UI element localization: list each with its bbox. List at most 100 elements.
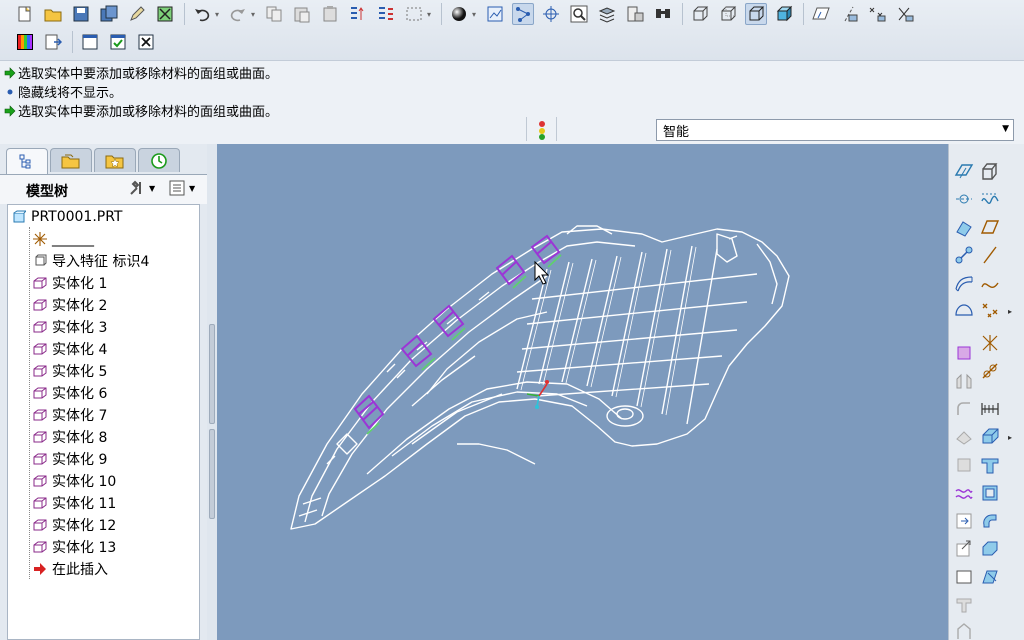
window-activate-icon[interactable] — [107, 31, 129, 53]
hatch-fill-icon[interactable] — [953, 342, 975, 364]
tree-root-item[interactable]: PRT0001.PRT — [11, 206, 123, 228]
chevron-right-icon[interactable]: ▸ — [1008, 433, 1012, 442]
tree-item[interactable]: 实体化 10 — [32, 470, 116, 492]
plane-surface-icon[interactable] — [979, 216, 1001, 238]
datum-point-icon[interactable] — [953, 216, 975, 238]
tree-item[interactable]: 实体化 6 — [32, 382, 107, 404]
regenerate-icon[interactable] — [154, 3, 176, 25]
chevron-right-icon[interactable]: ▸ — [1008, 307, 1012, 316]
mirror-feature-icon[interactable] — [953, 370, 975, 392]
bottom-tool-icon[interactable] — [953, 620, 975, 640]
close-window-icon[interactable] — [135, 31, 157, 53]
tree-item[interactable]: 实体化 13 — [32, 536, 116, 558]
curve-icon[interactable] — [979, 272, 1001, 294]
paste-special-icon[interactable] — [319, 3, 341, 25]
move-icon[interactable] — [953, 538, 975, 560]
zoom-icon[interactable] — [568, 3, 590, 25]
datum-line-icon[interactable] — [979, 244, 1001, 266]
tree-item[interactable]: 导入特征 标识4 — [32, 250, 149, 272]
relations-icon[interactable] — [375, 3, 397, 25]
draft-icon[interactable] — [953, 454, 975, 476]
point-display-icon[interactable] — [540, 3, 562, 25]
favorites-tab[interactable] — [94, 148, 136, 172]
axis-tag-icon[interactable] — [838, 3, 860, 25]
hidden-line-icon[interactable] — [717, 3, 739, 25]
dimension-icon[interactable] — [979, 398, 1001, 420]
tree-item[interactable]: 实体化 1 — [32, 272, 107, 294]
selection-filter-select[interactable]: 智能 ▼ — [656, 119, 1014, 141]
rib-icon[interactable] — [979, 454, 1001, 476]
sketch-icon[interactable] — [953, 300, 975, 322]
warp-icon[interactable] — [953, 482, 975, 504]
wireframe-icon[interactable] — [689, 3, 711, 25]
tree-item[interactable]: 实体化 2 — [32, 294, 107, 316]
select-box-icon[interactable] — [403, 3, 425, 25]
point-tag-icon[interactable] — [866, 3, 888, 25]
history-tab[interactable] — [138, 148, 180, 172]
splitter-grip-bottom[interactable] — [209, 429, 215, 519]
model-tree-tab[interactable] — [6, 148, 48, 174]
splitter-grip-top[interactable] — [209, 324, 215, 424]
graphics-window[interactable] — [217, 144, 948, 640]
tree-item[interactable]: 实体化 11 — [32, 492, 116, 514]
datum-axis-display-icon[interactable] — [512, 3, 534, 25]
tree-show-button[interactable]: ▼ — [168, 179, 195, 197]
shading-dropdown-icon[interactable]: ▾ — [472, 10, 480, 19]
tree-item[interactable]: 实体化 7 — [32, 404, 107, 426]
tree-item[interactable]: 实体化 8 — [32, 426, 107, 448]
thicken-icon[interactable] — [979, 482, 1001, 504]
panel-splitter[interactable] — [207, 144, 217, 640]
datum-plane-icon[interactable] — [953, 160, 975, 182]
undo-icon[interactable] — [191, 3, 213, 25]
rectangle-icon[interactable] — [953, 566, 975, 588]
tree-item[interactable]: 实体化 5 — [32, 360, 107, 382]
save-copy-icon[interactable] — [98, 3, 120, 25]
save-icon[interactable] — [70, 3, 92, 25]
appearance-icon[interactable] — [14, 31, 36, 53]
edit-icon[interactable] — [126, 3, 148, 25]
chamfer-icon[interactable] — [979, 538, 1001, 560]
point-set-icon[interactable] — [979, 300, 1001, 322]
insert-mode-icon[interactable] — [42, 31, 64, 53]
view-manager-icon[interactable] — [624, 3, 646, 25]
plane-sketch-icon[interactable] — [810, 3, 832, 25]
redo-icon[interactable] — [227, 3, 249, 25]
sweep-icon[interactable] — [979, 510, 1001, 532]
tree-settings-button[interactable]: ▼ — [128, 179, 155, 197]
status-light-icon[interactable] — [536, 120, 548, 144]
tree-item[interactable]: 在此插入 — [32, 558, 108, 580]
offset-icon[interactable] — [979, 426, 1001, 448]
shading-icon[interactable] — [448, 3, 470, 25]
extrude-icon[interactable] — [979, 160, 1001, 182]
csys-icon[interactable] — [979, 332, 1001, 354]
datum-axis-icon[interactable] — [953, 188, 975, 210]
copy-icon[interactable] — [263, 3, 285, 25]
mirror-icon[interactable] — [347, 3, 369, 25]
tree-item[interactable]: ______ — [32, 228, 94, 250]
open-icon[interactable] — [42, 3, 64, 25]
round-icon[interactable] — [953, 398, 975, 420]
folder-browser-tab[interactable] — [50, 148, 92, 172]
undo-dropdown-icon[interactable]: ▾ — [215, 10, 223, 19]
tee-icon[interactable] — [953, 594, 975, 616]
find-icon[interactable] — [652, 3, 674, 25]
new-icon[interactable] — [14, 3, 36, 25]
tree-item[interactable]: 实体化 9 — [32, 448, 107, 470]
layers-icon[interactable] — [596, 3, 618, 25]
tree-item[interactable]: 实体化 3 — [32, 316, 107, 338]
insert-into-icon[interactable] — [953, 510, 975, 532]
chevron-down-icon[interactable]: ▼ — [1002, 124, 1009, 134]
sketch-curve-icon[interactable] — [979, 188, 1001, 210]
no-hidden-icon[interactable] — [745, 3, 767, 25]
paste-icon[interactable] — [291, 3, 313, 25]
solidify-icon[interactable] — [979, 566, 1001, 588]
tree-item[interactable]: 实体化 12 — [32, 514, 116, 536]
shell-icon[interactable] — [953, 426, 975, 448]
tree-item[interactable]: 实体化 4 — [32, 338, 107, 360]
window-icon[interactable] — [79, 31, 101, 53]
select-dropdown-icon[interactable]: ▾ — [427, 10, 435, 19]
curve-through-points-icon[interactable] — [953, 244, 975, 266]
csys-tag-icon[interactable] — [894, 3, 916, 25]
redo-dropdown-icon[interactable]: ▾ — [251, 10, 259, 19]
analysis-icon[interactable] — [979, 360, 1001, 382]
